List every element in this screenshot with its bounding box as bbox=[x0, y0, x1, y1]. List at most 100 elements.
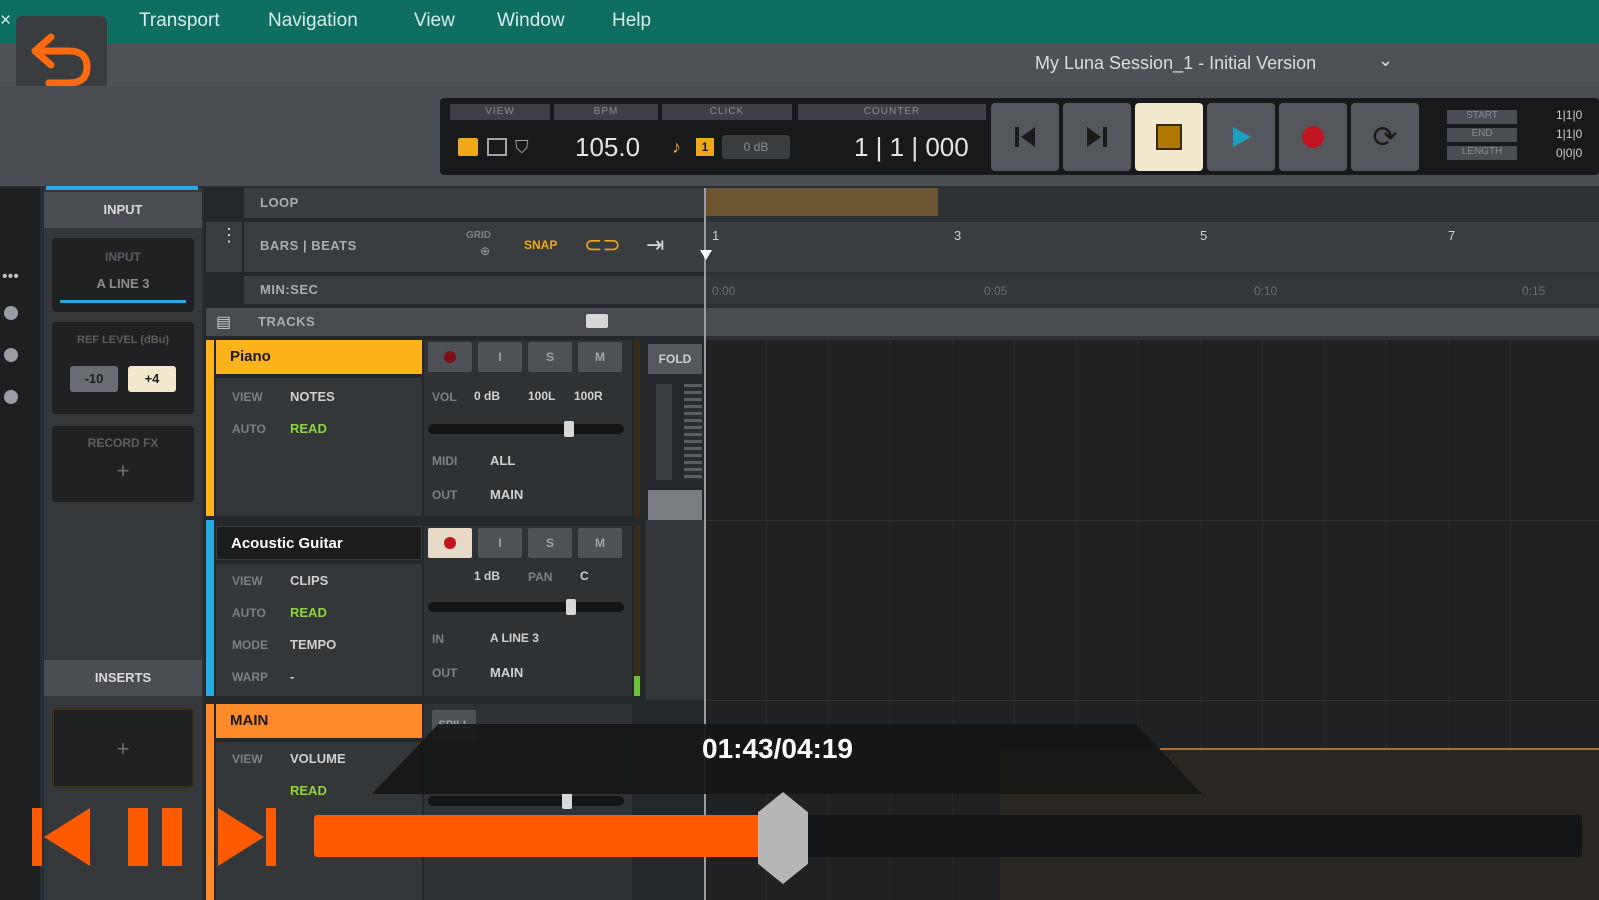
mode-value[interactable]: TEMPO bbox=[290, 637, 336, 652]
range-length-value[interactable]: 0|0|0 bbox=[1556, 146, 1582, 160]
chevron-down-icon[interactable]: ⌄ bbox=[1378, 50, 1393, 71]
view-shield-icon[interactable]: ⛉ bbox=[515, 137, 529, 158]
view-value[interactable]: CLIPS bbox=[290, 573, 328, 588]
tracks-icon[interactable]: ▤ bbox=[216, 312, 231, 332]
follow-icon[interactable]: ⇥ bbox=[646, 232, 664, 258]
volume-fader-knob[interactable] bbox=[564, 421, 574, 437]
mute-button[interactable]: M bbox=[578, 528, 622, 558]
fold-button[interactable]: FOLD bbox=[648, 344, 702, 374]
pause-icon bbox=[128, 808, 182, 866]
menu-transport[interactable]: Transport bbox=[139, 10, 220, 32]
dot-icon[interactable] bbox=[4, 306, 18, 320]
record-button[interactable] bbox=[1279, 103, 1347, 171]
solo-button[interactable]: S bbox=[528, 528, 572, 558]
snap-label[interactable]: SNAP bbox=[524, 238, 557, 252]
skip-end-icon bbox=[1087, 127, 1107, 147]
out-label: OUT bbox=[432, 488, 458, 502]
fold-slider[interactable] bbox=[648, 490, 702, 520]
ref-plus4-button[interactable]: +4 bbox=[128, 366, 176, 392]
out-value[interactable]: MAIN bbox=[490, 665, 523, 680]
input-monitor-button[interactable]: I bbox=[478, 528, 522, 558]
stop-button[interactable] bbox=[1135, 103, 1203, 171]
playhead-marker[interactable] bbox=[700, 250, 712, 260]
menu-window[interactable]: Window bbox=[497, 10, 565, 32]
track-height-toggle[interactable] bbox=[586, 314, 608, 328]
link-icon[interactable]: ⊂⊃ bbox=[584, 232, 621, 258]
auto-value[interactable]: READ bbox=[290, 605, 327, 620]
in-value[interactable]: A LINE 3 bbox=[490, 631, 539, 645]
range-length-label: LENGTH bbox=[1447, 146, 1517, 160]
menu-help[interactable]: Help bbox=[612, 10, 651, 32]
stop-icon bbox=[1156, 124, 1182, 150]
input-monitor-button[interactable]: I bbox=[478, 342, 522, 372]
input-underline bbox=[60, 300, 186, 303]
dot-icon[interactable] bbox=[4, 390, 18, 404]
dot-icon[interactable] bbox=[4, 348, 18, 362]
volume-fader[interactable] bbox=[428, 602, 624, 612]
volume-fader-knob[interactable] bbox=[566, 599, 576, 615]
vol-value[interactable]: 1 dB bbox=[474, 569, 500, 583]
add-record-fx-button[interactable]: + bbox=[52, 458, 194, 484]
grid-label[interactable]: GRID bbox=[466, 230, 491, 241]
more-icon[interactable]: ••• bbox=[2, 268, 19, 286]
in-label: IN bbox=[432, 632, 444, 646]
options-menu[interactable]: ⋮ bbox=[206, 222, 242, 272]
track-name-main[interactable]: MAIN bbox=[216, 704, 422, 738]
inserts-box: + bbox=[52, 708, 194, 788]
view-list-icon[interactable] bbox=[458, 138, 478, 156]
auto-value[interactable]: READ bbox=[290, 421, 327, 436]
skip-start-button[interactable] bbox=[991, 103, 1059, 171]
next-button[interactable] bbox=[212, 792, 290, 884]
track-name-piano[interactable]: Piano bbox=[216, 340, 422, 374]
menu-navigation[interactable]: Navigation bbox=[268, 10, 358, 32]
out-value[interactable]: MAIN bbox=[490, 487, 523, 502]
view-value[interactable]: VOLUME bbox=[290, 751, 346, 766]
loop-button[interactable]: ⟳ bbox=[1351, 103, 1419, 171]
counter-value[interactable]: 1 | 1 | 000 bbox=[854, 132, 969, 163]
pan-right-value[interactable]: 100R bbox=[574, 389, 603, 403]
bars-ruler[interactable] bbox=[706, 222, 1599, 272]
view-mixer-icon[interactable] bbox=[487, 138, 507, 156]
vol-label: VOL bbox=[432, 390, 457, 404]
record-arm-button[interactable] bbox=[428, 342, 472, 372]
click-level[interactable]: 0 dB bbox=[722, 135, 790, 159]
click-count-badge[interactable]: 1 bbox=[696, 138, 714, 156]
track-name-acoustic-guitar[interactable]: Acoustic Guitar bbox=[216, 526, 422, 560]
grid-icon[interactable]: ⊕ bbox=[480, 244, 490, 258]
auto-value[interactable]: READ bbox=[290, 783, 327, 798]
warp-value[interactable]: - bbox=[290, 669, 294, 684]
solo-button[interactable]: S bbox=[528, 342, 572, 372]
range-end-value[interactable]: 1|1|0 bbox=[1556, 127, 1582, 141]
view-value[interactable]: NOTES bbox=[290, 389, 335, 404]
pause-button[interactable] bbox=[122, 792, 194, 884]
bar-number: 7 bbox=[1448, 228, 1456, 243]
loop-region[interactable] bbox=[706, 188, 938, 216]
input-value[interactable]: A LINE 3 bbox=[52, 276, 194, 291]
add-insert-button[interactable]: + bbox=[54, 736, 192, 762]
min-sec-row: MIN:SEC bbox=[244, 276, 706, 304]
play-button[interactable] bbox=[1207, 103, 1275, 171]
skip-end-button[interactable] bbox=[1063, 103, 1131, 171]
record-fx-label: RECORD FX bbox=[87, 436, 159, 450]
volume-fader[interactable] bbox=[428, 424, 624, 434]
volume-fader-knob[interactable] bbox=[562, 793, 572, 809]
metronome-icon[interactable]: ♪ bbox=[672, 137, 681, 158]
mute-button[interactable]: M bbox=[578, 342, 622, 372]
pan-value[interactable]: C bbox=[580, 569, 589, 583]
record-arm-button[interactable] bbox=[428, 528, 472, 558]
automation-line[interactable] bbox=[1160, 748, 1599, 750]
bpm-value[interactable]: 105.0 bbox=[575, 132, 640, 163]
previous-button[interactable] bbox=[26, 792, 104, 884]
range-start-value[interactable]: 1|1|0 bbox=[1556, 108, 1582, 122]
menu-close-fragment: × bbox=[0, 10, 12, 31]
pan-left-value[interactable]: 100L bbox=[528, 389, 555, 403]
session-title[interactable]: My Luna Session_1 - Initial Version bbox=[1035, 53, 1316, 74]
volume-fader[interactable] bbox=[428, 796, 624, 806]
vol-value[interactable]: 0 dB bbox=[474, 389, 500, 403]
menu-view[interactable]: View bbox=[414, 10, 455, 32]
ref-minus10-button[interactable]: -10 bbox=[70, 366, 118, 392]
min-sec-label: MIN:SEC bbox=[260, 282, 319, 297]
min-sec-ruler[interactable] bbox=[706, 276, 1599, 304]
midi-value[interactable]: ALL bbox=[490, 453, 515, 468]
bars-beats-label: BARS | BEATS bbox=[260, 238, 357, 253]
